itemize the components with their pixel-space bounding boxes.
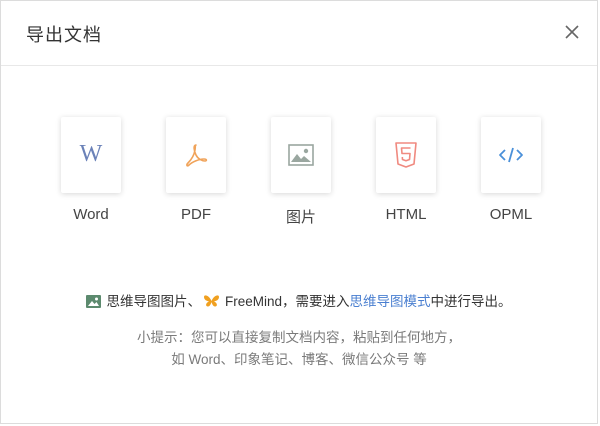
pdf-card[interactable] (166, 117, 226, 193)
image-icon (288, 144, 314, 166)
opml-card[interactable] (481, 117, 541, 193)
export-dialog: 导出文档 W Word PDF 图片 HTML OPML 思维导图图片、 Fre… (0, 0, 598, 424)
image-card[interactable] (271, 117, 331, 193)
format-label-pdf: PDF (181, 206, 211, 223)
html5-icon (395, 142, 417, 168)
html-card[interactable] (376, 117, 436, 193)
mindmap-export-note: 思维导图图片、 FreeMind，需要进入思维导图模式中进行导出。 (1, 290, 597, 311)
note-text-2: FreeMind，需要进入 (224, 294, 350, 309)
mindmap-image-icon (86, 295, 102, 311)
pdf-icon (186, 144, 208, 167)
format-label-html: HTML (385, 206, 427, 223)
tips-text: 小提示：您可以直接复制文档内容，粘贴到任何地方， 如 Word、印象笔记、博客、… (1, 327, 597, 371)
export-opml-button[interactable]: OPML (481, 117, 541, 223)
format-label-opml: OPML (489, 206, 533, 223)
export-image-button[interactable]: 图片 (271, 117, 331, 226)
note-text-3: 中进行导出。 (430, 294, 512, 309)
tips-line-2: 如 Word、印象笔记、博客、微信公众号 等 (171, 352, 427, 367)
export-format-list: W Word PDF 图片 HTML OPML (1, 117, 597, 237)
word-card[interactable]: W (61, 117, 121, 193)
freemind-butterfly-icon (203, 294, 220, 311)
dialog-title: 导出文档 (26, 25, 102, 45)
mindmap-mode-link[interactable]: 思维导图模式 (350, 294, 431, 309)
note-text-1: 思维导图图片、 (106, 294, 201, 309)
tips-line-1: 小提示：您可以直接复制文档内容，粘贴到任何地方， (137, 330, 461, 345)
close-icon[interactable] (563, 23, 581, 41)
code-icon (499, 147, 523, 163)
format-label-image: 图片 (285, 209, 316, 226)
export-word-button[interactable]: W Word (61, 117, 121, 223)
format-label-word: Word (73, 206, 109, 223)
word-icon: W (79, 141, 103, 167)
export-html-button[interactable]: HTML (376, 117, 436, 223)
export-pdf-button[interactable]: PDF (166, 117, 226, 223)
dialog-header: 导出文档 (1, 1, 597, 66)
